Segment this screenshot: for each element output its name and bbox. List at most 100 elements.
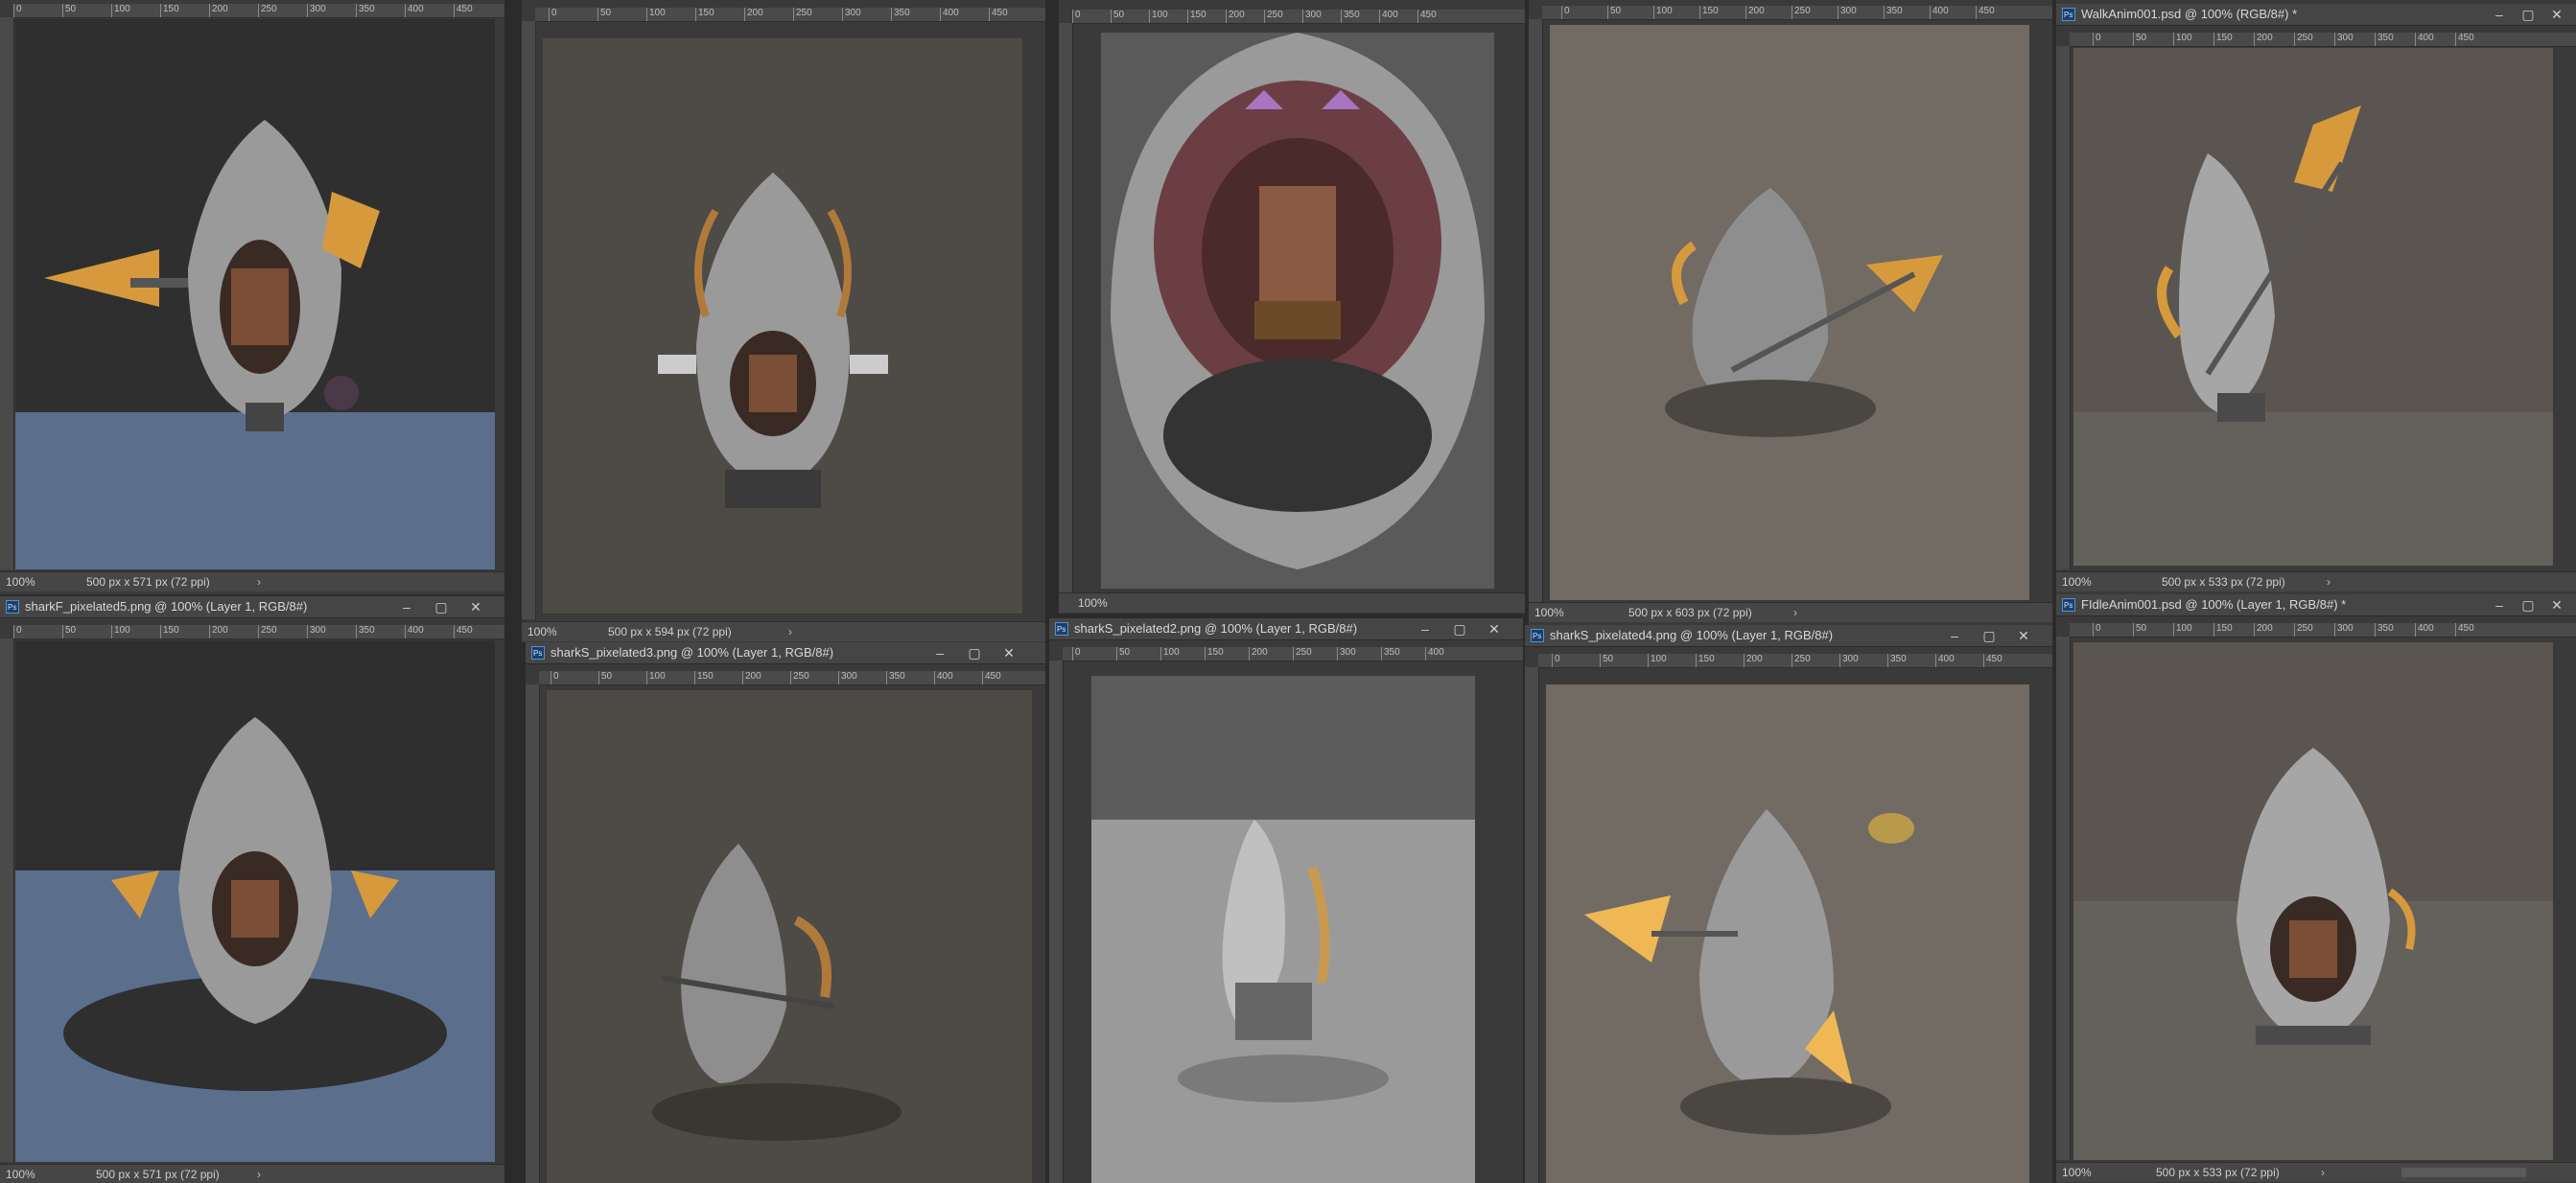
zoom-level[interactable]: 100% [1078,593,1108,613]
document-canvas[interactable] [1101,33,1494,589]
zoom-level[interactable]: 100% [6,1165,35,1183]
window-titlebar[interactable]: sharkS_pixelated3.png @ 100% (Layer 1, R… [526,642,1045,664]
maximize-icon[interactable]: ▢ [1450,620,1469,638]
document-window-5[interactable]: WalkAnim001.psd @ 100% (RGB/8#) * – ▢ ✕ … [2056,0,2576,594]
maximize-icon[interactable]: ▢ [432,598,451,615]
horizontal-ruler[interactable]: 0 50 100 150 200 250 300 350 400 [1063,647,1523,661]
document-window-1[interactable]: 0 50 100 150 200 250 300 350 400 450 100… [0,0,504,594]
close-icon[interactable]: ✕ [999,644,1019,661]
document-window-4[interactable]: 0 50 100 150 200 250 300 350 400 450 100… [1529,0,2052,628]
document-canvas[interactable] [543,38,1022,614]
ruler-tick: 50 [2133,33,2146,46]
window-titlebar[interactable]: sharkS_pixelated2.png @ 100% (Layer 1, R… [1049,618,1523,640]
horizontal-ruler[interactable]: 0 50 100 150 200 250 300 350 400 450 [13,4,504,18]
chevron-right-icon[interactable]: › [2321,1163,2325,1182]
vertical-ruler[interactable] [2056,46,2071,569]
document-canvas[interactable] [1091,676,1475,1183]
document-canvas[interactable] [15,640,495,1162]
ruler-tick: 0 [13,4,22,17]
chevron-right-icon[interactable]: › [257,1165,261,1183]
ruler-tick: 200 [2254,33,2273,46]
vertical-ruler[interactable] [1059,23,1073,594]
zoom-level[interactable]: 100% [1534,603,1564,622]
minimize-icon[interactable]: – [2490,6,2509,23]
document-window-6[interactable]: sharkF_pixelated5.png @ 100% (Layer 1, R… [0,596,504,1183]
maximize-icon[interactable]: ▢ [2518,6,2538,23]
horizontal-ruler[interactable]: 0 50 100 150 200 250 300 350 400 450 [535,8,1045,22]
horizontal-ruler[interactable]: 0 50 100 150 200 250 300 350 400 450 [1542,6,2052,20]
document-canvas[interactable] [1546,684,2029,1183]
minimize-icon[interactable]: – [397,598,416,615]
vertical-ruler[interactable] [1525,667,1539,1183]
vertical-ruler[interactable] [526,684,540,1183]
minimize-icon[interactable]: – [1945,627,1964,644]
document-canvas[interactable] [2073,642,2553,1160]
maximize-icon[interactable]: ▢ [1979,627,1999,644]
ruler-tick: 300 [842,8,861,21]
maximize-icon[interactable]: ▢ [2518,596,2538,614]
photoshop-document-icon [6,597,19,618]
zoom-level[interactable]: 100% [6,572,35,592]
close-icon[interactable]: ✕ [466,598,485,615]
chevron-right-icon[interactable]: › [788,622,792,641]
close-icon[interactable]: ✕ [2014,627,2033,644]
horizontal-ruler[interactable]: 0 50 100 150 200 250 300 350 400 450 [1538,654,2052,668]
photoshop-document-icon [531,643,545,664]
window-titlebar[interactable]: WalkAnim001.psd @ 100% (RGB/8#) * – ▢ ✕ [2056,4,2576,26]
vertical-ruler[interactable] [1049,661,1064,1183]
zoom-level[interactable]: 100% [527,622,557,641]
window-titlebar[interactable]: FIdleAnim001.psd @ 100% (Layer 1, RGB/8#… [2056,594,2576,616]
minimize-icon[interactable]: – [1416,620,1435,638]
close-icon[interactable]: ✕ [2547,596,2566,614]
document-window-9[interactable]: sharkS_pixelated4.png @ 100% (Layer 1, R… [1525,625,2052,1183]
ruler-tick: 450 [454,625,473,638]
document-window-7[interactable]: sharkS_pixelated3.png @ 100% (Layer 1, R… [526,642,1045,1183]
ruler-tick: 450 [2455,33,2474,46]
document-canvas[interactable] [547,690,1032,1183]
ruler-tick: 200 [1745,6,1765,19]
ruler-tick: 0 [1561,6,1570,19]
horizontal-ruler[interactable]: 0 50 100 150 200 250 300 350 400 450 [13,625,504,639]
horizontal-ruler[interactable]: 0 50 100 150 200 250 300 350 400 450 [1072,10,1525,24]
window-titlebar[interactable]: sharkF_pixelated5.png @ 100% (Layer 1, R… [0,596,504,618]
maximize-icon[interactable]: ▢ [965,644,984,661]
horizontal-ruler[interactable]: 0 50 100 150 200 250 300 350 400 450 [539,671,1045,685]
document-window-2[interactable]: 0 50 100 150 200 250 300 350 400 450 100… [522,0,1045,642]
photoshop-document-icon [2062,5,2075,26]
ruler-tick: 150 [1187,10,1206,23]
minimize-icon[interactable]: – [2490,596,2509,614]
vertical-ruler[interactable] [0,638,14,1162]
zoom-level[interactable]: 100% [2062,572,2092,592]
ruler-tick: 100 [2173,623,2192,637]
chevron-right-icon[interactable]: › [1793,603,1797,622]
close-icon[interactable]: ✕ [1485,620,1504,638]
document-canvas[interactable] [2073,48,2553,566]
document-window-10[interactable]: FIdleAnim001.psd @ 100% (Layer 1, RGB/8#… [2056,594,2576,1183]
chevron-right-icon[interactable]: › [257,572,261,592]
window-title: sharkS_pixelated3.png @ 100% (Layer 1, R… [550,645,834,660]
status-bar: 100% 500 px x 533 px (72 ppi) › [2056,1162,2576,1182]
vertical-ruler[interactable] [0,17,14,569]
zoom-level[interactable]: 100% [2062,1163,2092,1182]
document-canvas[interactable] [15,19,495,569]
vertical-ruler[interactable] [2056,637,2071,1160]
document-window-3[interactable]: 0 50 100 150 200 250 300 350 400 450 100… [1059,0,1525,614]
minimize-icon[interactable]: – [930,644,949,661]
vertical-ruler[interactable] [522,21,536,619]
ruler-tick: 400 [1379,10,1398,23]
status-bar: 100% 500 px x 594 px (72 ppi) › [522,621,1045,641]
chevron-right-icon[interactable]: › [2327,572,2330,592]
ruler-tick: 450 [2455,623,2474,637]
ruler-tick: 450 [1976,6,1995,19]
close-icon[interactable]: ✕ [2547,6,2566,23]
ruler-tick: 450 [1417,10,1437,23]
ruler-tick: 150 [2213,623,2233,637]
document-window-8[interactable]: sharkS_pixelated2.png @ 100% (Layer 1, R… [1049,618,1523,1183]
horizontal-scrollbar[interactable] [2401,1168,2526,1177]
shark-mouth-closeup [1101,33,1494,589]
horizontal-ruler[interactable]: 0 50 100 150 200 250 300 350 400 450 [2070,33,2576,47]
window-titlebar[interactable]: sharkS_pixelated4.png @ 100% (Layer 1, R… [1525,625,2052,647]
horizontal-ruler[interactable]: 0 50 100 150 200 250 300 350 400 450 [2070,623,2576,638]
vertical-ruler[interactable] [1529,19,1543,604]
document-canvas[interactable] [1550,25,2029,600]
